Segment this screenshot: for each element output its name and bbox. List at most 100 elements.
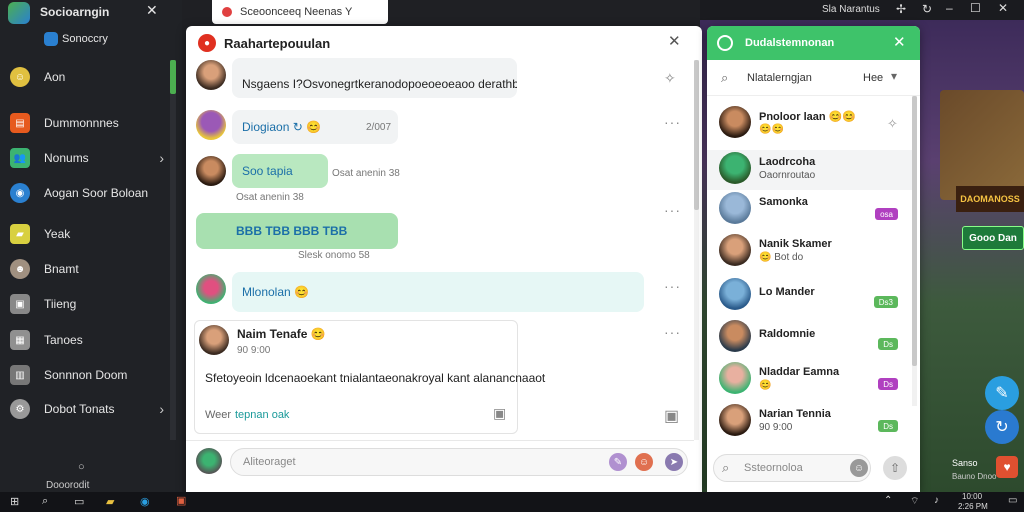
calendar-icon: ▥	[10, 365, 30, 385]
close-window-icon[interactable]: ✕	[998, 1, 1008, 15]
sidebar-item-aogan[interactable]: ◉ Aogan Soor Boloan	[0, 178, 170, 208]
document-icon: ▤	[10, 113, 30, 133]
filter-value: Hee	[863, 72, 884, 84]
game-play-button[interactable]: Gooo Dan	[962, 226, 1024, 250]
close-panel-icon[interactable]: ✕	[893, 33, 906, 51]
emoji-icon[interactable]: ☺	[850, 459, 868, 477]
contacts-filter[interactable]: ⌕ Nlatalerngjan Hee ▾	[707, 60, 920, 96]
add-person-icon[interactable]: ⇧	[883, 456, 907, 480]
scrollbar-thumb[interactable]	[694, 60, 699, 210]
post-body: Sfetoyeoin ldcenaoekant tnialantaeonakro…	[205, 371, 546, 385]
sidebar-scrollbar[interactable]	[170, 60, 176, 440]
account-name[interactable]: Sonoccry	[62, 33, 108, 45]
circle-icon: ○	[78, 461, 85, 473]
people-icon: 👥	[10, 148, 30, 168]
more-options-icon[interactable]: ···	[664, 202, 681, 218]
contact-name: Raldomnie	[759, 328, 816, 340]
contact-item[interactable]: Pnoloor laan 😊😊 😊😊 ✧	[707, 104, 912, 144]
sidebar-item-dobot-tonats[interactable]: ⚙ Dobot Tonats ›	[0, 394, 170, 424]
folder-icon: ▰	[10, 224, 30, 244]
more-options-icon[interactable]: ···	[664, 324, 681, 340]
avatar[interactable]	[199, 325, 229, 355]
contact-badge: Ds3	[873, 296, 898, 308]
avatar[interactable]	[196, 156, 226, 186]
attachment-icon[interactable]: ▣	[493, 405, 506, 422]
edit-icon[interactable]: ✎	[985, 376, 1019, 410]
camera-icon[interactable]: ▣	[664, 406, 679, 426]
search-tab-label: Sceoonceeq Neenas Y	[240, 6, 353, 18]
close-chat-icon[interactable]: ✕	[668, 32, 681, 50]
search-icon[interactable]: ⌕	[42, 495, 48, 508]
more-options-icon[interactable]: ···	[664, 278, 681, 294]
more-options-icon[interactable]: ···	[664, 114, 681, 130]
tray-up-icon[interactable]: ⌃	[884, 495, 892, 506]
filter-label: Nlatalerngjan	[747, 72, 812, 84]
search-tab[interactable]: Sceoonceeq Neenas Y	[212, 0, 388, 24]
collapse-icon[interactable]: ✕	[146, 2, 158, 19]
contacts-title: Dudalstemnonan	[745, 37, 835, 49]
send-icon[interactable]: ➤	[665, 453, 683, 471]
contact-item[interactable]: Samonka osa	[707, 190, 912, 230]
contact-name: Samonka	[759, 196, 808, 208]
avatar[interactable]	[196, 60, 226, 90]
minimize-icon[interactable]: –	[946, 1, 953, 15]
avatar[interactable]	[196, 274, 226, 304]
sidebar-item-documents[interactable]: ▤ Dummonnnes	[0, 108, 170, 138]
browser-icon[interactable]: ◉	[140, 495, 150, 508]
windows-start-icon[interactable]: ⊞	[10, 495, 19, 508]
add-contact-icon[interactable]: ✧	[887, 116, 898, 132]
notification-icon[interactable]: ▭	[1008, 495, 1017, 506]
chat-title: Raahartepouulan	[224, 36, 331, 51]
contact-badge: Ds	[878, 338, 898, 350]
sticker-icon[interactable]: ✎	[609, 453, 627, 471]
sidebar-item-bnamt[interactable]: ☻ Bnamt	[0, 254, 170, 284]
sidebar-item-nonums[interactable]: 👥 Nonums ›	[0, 143, 170, 173]
contact-item[interactable]: Nanik Skamer 😊 Bot do	[707, 232, 912, 272]
avatar[interactable]	[196, 448, 222, 474]
sidebar-item-tiieng[interactable]: ▣ Tiieng	[0, 289, 170, 319]
sidebar-item-yeak[interactable]: ▰ Yeak	[0, 219, 170, 249]
window-title: Sla Narantus	[822, 4, 880, 15]
avatar[interactable]	[196, 110, 226, 140]
contact-item[interactable]: Nladdar Eamna 😊 Ds	[707, 360, 912, 400]
clock-date[interactable]: 2:26 PM	[958, 502, 988, 511]
sidebar-item-label: Dummonnnes	[44, 116, 119, 130]
game-sign: DAOMANOSS	[956, 186, 1024, 212]
emoji-icon[interactable]: ☺	[635, 453, 653, 471]
scrollbar-thumb[interactable]	[170, 60, 176, 94]
contact-item[interactable]: Laodrcoha Oaornroutao	[707, 150, 912, 190]
contact-name: Nanik Skamer	[759, 238, 832, 250]
pin-icon[interactable]: ✧	[664, 70, 676, 87]
sidebar-item-sonnnon-doom[interactable]: ▥ Sonnnon Doom	[0, 360, 170, 390]
message-text: Nsgaens I?Osvonegrtkeranodopoeoeoeaoo de…	[242, 77, 517, 91]
contacts-scrollbar[interactable]	[912, 96, 917, 406]
contact-item[interactable]: Narian Tennia 90 9:00 Ds	[707, 402, 912, 442]
message-meta: Slesk onomo 58	[298, 250, 370, 261]
app-taskbar-icon[interactable]: ▣	[176, 494, 186, 507]
scrollbar-thumb[interactable]	[912, 96, 917, 366]
sidebar-footer[interactable]: Dooorodit	[46, 480, 89, 491]
avatar	[719, 106, 751, 138]
network-icon[interactable]: ⌔	[910, 495, 919, 508]
clock-time[interactable]: 10:00	[962, 492, 982, 501]
contacts-search-placeholder: Ssteornoloa	[744, 462, 803, 474]
message-input[interactable]: Aliteoraget ✎ ☺ ➤	[230, 448, 688, 476]
expand-icon[interactable]: ✢	[896, 2, 906, 16]
sidebar-item-aon[interactable]: ☺ Aon	[0, 62, 170, 92]
contacts-search-input[interactable]: ⌕ Ssteornoloa ☺	[713, 454, 871, 482]
maximize-icon[interactable]: ☐	[970, 1, 981, 15]
task-view-icon[interactable]: ▭	[74, 495, 84, 508]
refresh-icon[interactable]: ↻	[985, 410, 1019, 444]
volume-icon[interactable]: ♪	[934, 495, 939, 506]
sidebar-item-tanoes[interactable]: ▦ Tanoes	[0, 325, 170, 355]
chat-scrollbar[interactable]	[694, 60, 699, 440]
file-explorer-icon[interactable]: ▰	[106, 495, 114, 508]
left-sidebar: Socioarngin ✕ Sonoccry ☺ Aon ▤ Dummonnne…	[0, 0, 182, 492]
contact-item[interactable]: Lo Mander Ds3	[707, 276, 912, 316]
heart-icon[interactable]: ♥	[996, 456, 1018, 478]
post-footer-link[interactable]: tepnan oak	[235, 409, 289, 421]
contact-sub: 90 9:00	[759, 422, 793, 433]
refresh-small-icon[interactable]: ↻	[922, 2, 932, 16]
chevron-down-icon[interactable]: ▾	[891, 69, 897, 83]
contact-item[interactable]: Raldomnie Ds	[707, 318, 912, 358]
